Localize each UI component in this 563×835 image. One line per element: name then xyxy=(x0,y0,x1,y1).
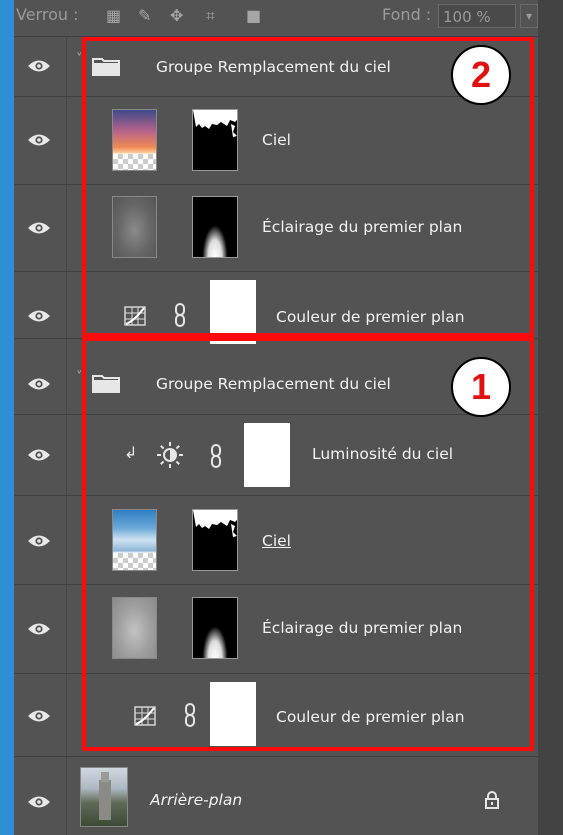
visibility-toggle[interactable] xyxy=(14,339,67,414)
eye-icon[interactable] xyxy=(27,308,51,324)
visibility-toggle[interactable] xyxy=(14,674,67,756)
eye-icon[interactable] xyxy=(27,708,51,724)
eye-icon[interactable] xyxy=(27,447,51,463)
lock-transparent-icon[interactable]: ▦ xyxy=(106,6,121,25)
eye-icon[interactable] xyxy=(27,621,51,637)
visibility-toggle[interactable] xyxy=(14,36,67,96)
visibility-toggle[interactable] xyxy=(14,97,67,184)
lock-move-icon[interactable]: ✥ xyxy=(170,6,183,25)
annotation-badge-1: 1 xyxy=(451,357,511,417)
lock-all-icon[interactable]: ■ xyxy=(246,6,261,25)
layer-thumbnail[interactable] xyxy=(80,767,128,827)
visibility-toggle[interactable] xyxy=(14,272,67,338)
visibility-toggle[interactable] xyxy=(14,757,67,835)
eye-icon[interactable] xyxy=(27,220,51,236)
lock-label: Verrou : xyxy=(16,5,79,24)
lock-icon xyxy=(485,791,499,809)
eye-icon[interactable] xyxy=(27,376,51,392)
lock-artboard-icon[interactable]: ⌗ xyxy=(206,6,215,26)
eye-icon[interactable] xyxy=(27,58,51,74)
visibility-toggle[interactable] xyxy=(14,415,67,495)
panel-scrollbar[interactable] xyxy=(538,0,563,835)
visibility-toggle[interactable] xyxy=(14,185,67,271)
layer-name: Arrière-plan xyxy=(150,791,243,809)
lock-brush-icon[interactable]: ✎ xyxy=(138,6,151,25)
eye-icon[interactable] xyxy=(27,132,51,148)
layer-row-background[interactable]: Arrière-plan xyxy=(14,757,538,835)
fill-input[interactable]: 100 % xyxy=(438,4,516,28)
visibility-toggle[interactable] xyxy=(14,496,67,584)
fill-label: Fond : xyxy=(382,5,432,24)
annotation-badge-2: 2 xyxy=(451,45,511,105)
eye-icon[interactable] xyxy=(27,533,51,549)
fill-dropdown-icon[interactable]: ▾ xyxy=(520,4,538,28)
lock-toolbar: Verrou : ▦ ✎ ✥ ⌗ ■ Fond : 100 % ▾ xyxy=(14,0,538,37)
eye-icon[interactable] xyxy=(27,794,51,810)
visibility-toggle[interactable] xyxy=(14,585,67,673)
